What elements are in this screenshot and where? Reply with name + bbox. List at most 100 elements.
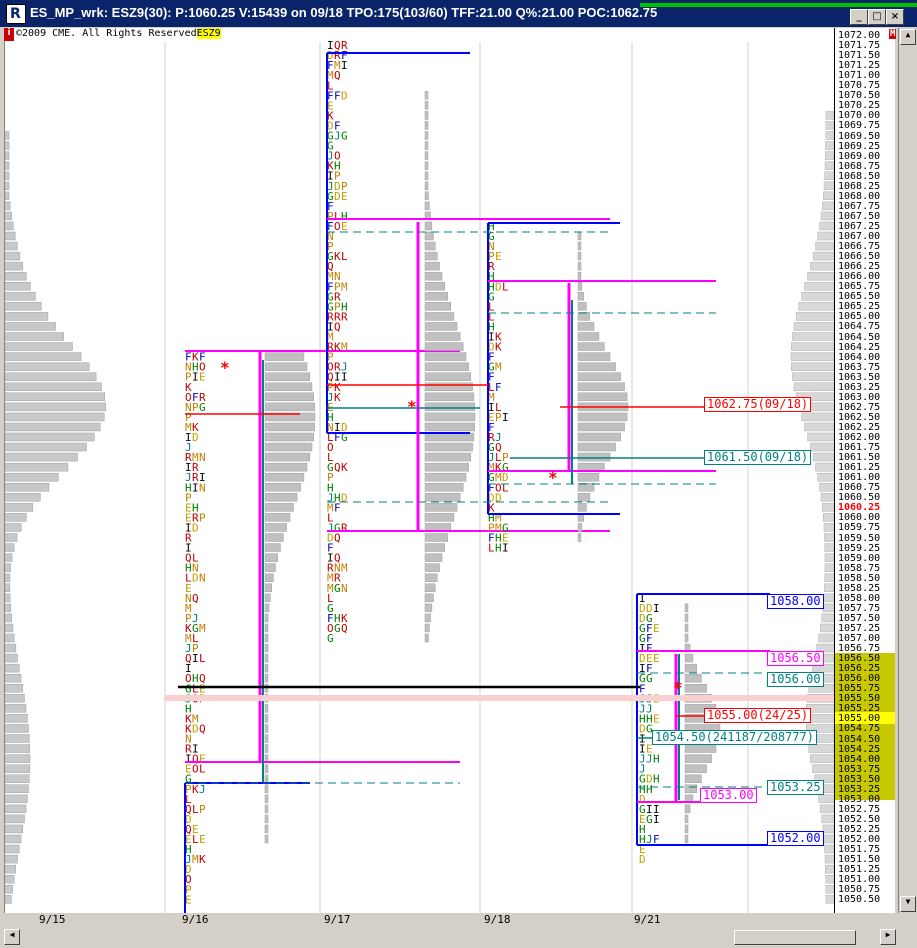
day-volume-bar (425, 413, 475, 421)
day-volume-bar (425, 322, 457, 330)
day-volume-bar (265, 564, 275, 572)
day-volume-bar (265, 423, 315, 431)
volume-profile-bar (826, 142, 834, 150)
tpo-letter: D (646, 602, 653, 615)
scroll-left-icon[interactable]: ◀ (4, 929, 20, 945)
day-volume-bar (578, 383, 625, 391)
tpo-letter: M (192, 451, 199, 464)
day-volume-bar (685, 604, 688, 612)
scroll-right-icon[interactable]: ▶ (880, 929, 896, 945)
volume-profile-bar (5, 282, 30, 290)
day-volume-bar (265, 453, 310, 461)
price-scale[interactable]: 1072.00 1071.75 1071.50 1071.25 1071.00 1070.… (834, 28, 895, 913)
volume-profile-bar (5, 865, 16, 873)
tpo-letter: I (646, 803, 653, 816)
day-volume-bar (425, 292, 448, 300)
day-volume-bar (265, 574, 273, 582)
tpo-letter: G (502, 521, 509, 534)
day-volume-bar (265, 383, 312, 391)
volume-profile-bar (820, 483, 834, 491)
tpo-letter: Q (192, 592, 199, 605)
tpo-letter: K (334, 250, 341, 263)
horizontal-scrollbar[interactable]: ◀ ▶ (4, 928, 898, 945)
day-volume-bar (425, 232, 433, 240)
m-badge[interactable]: M (889, 29, 896, 39)
day-volume-bar (685, 664, 697, 672)
volume-profile-bar (5, 443, 86, 451)
volume-profile-bar (825, 544, 834, 552)
volume-profile-bar (813, 453, 834, 461)
volume-profile-bar (5, 815, 24, 823)
level-label-poc: 1062.75(09/18) (704, 397, 811, 412)
tpo-letter: L (192, 552, 199, 565)
day-volume-bar (265, 493, 297, 501)
day-volume-bar (265, 805, 268, 813)
tpo-letter: E (653, 622, 660, 635)
tpo-letter: K (341, 612, 348, 625)
volume-profile-bar (799, 302, 834, 310)
tpo-letter: F (185, 351, 192, 364)
tpo-letter: I (653, 602, 660, 615)
volume-profile-bar (810, 755, 834, 763)
info-badge[interactable]: i (4, 28, 14, 41)
volume-profile-bar (819, 634, 834, 642)
day-volume-bar (425, 91, 428, 99)
volume-profile-bar (818, 473, 834, 481)
scroll-thumb[interactable] (734, 930, 856, 945)
volume-profile-bar (5, 322, 56, 330)
volume-profile-bar (5, 222, 13, 230)
day-volume-bar (425, 584, 435, 592)
volume-profile-bar (5, 142, 9, 150)
volume-profile-bar (794, 322, 834, 330)
volume-profile-bar (808, 272, 834, 280)
day-volume-bar (265, 403, 315, 411)
day-volume-bar (685, 785, 697, 793)
volume-profile-bar (820, 624, 834, 632)
volume-profile-bar (5, 202, 10, 210)
volume-profile-bar (5, 343, 72, 351)
volume-profile-bar (792, 373, 834, 381)
tpo-letter: E (199, 753, 206, 766)
day-volume-bar (425, 614, 431, 622)
vertical-scrollbar[interactable]: ▲ ▼ (898, 28, 916, 913)
volume-profile-bar (5, 312, 48, 320)
scroll-up-icon[interactable]: ▲ (900, 29, 916, 45)
day-volume-bar (265, 554, 278, 562)
tpo-letter: L (334, 210, 341, 223)
volume-profile-bar (5, 393, 105, 401)
day-volume-bar (265, 604, 269, 612)
day-volume-bar (425, 403, 475, 411)
volume-profile-bar (5, 574, 10, 582)
volume-profile-bar (5, 554, 12, 562)
day-volume-bar (578, 272, 581, 280)
volume-profile-bar (826, 111, 834, 119)
tpo-letter: M (199, 622, 206, 635)
day-volume-bar (265, 775, 268, 783)
day-volume-bar (425, 353, 466, 361)
volume-profile-bar (5, 885, 13, 893)
day-volume-bar (265, 765, 268, 773)
day-volume-bar (578, 534, 581, 542)
tpo-letter: G (341, 130, 348, 143)
volume-profile-bar (5, 845, 19, 853)
volume-profile-bar (826, 875, 834, 883)
day-volume-bar (425, 503, 457, 511)
day-volume-bar (265, 815, 268, 823)
volume-profile-bar (5, 835, 21, 843)
day-volume-bar (578, 443, 616, 451)
volume-profile-bar (5, 674, 21, 682)
day-volume-bar (578, 523, 582, 531)
day-volume-bar (685, 684, 707, 692)
volume-profile-bar (812, 765, 834, 773)
volume-profile-bar (5, 403, 106, 411)
day-volume-bar (265, 433, 314, 441)
volume-profile-bar (825, 162, 834, 170)
volume-profile-bar (809, 745, 834, 753)
volume-profile-bar (824, 594, 834, 602)
day-volume-bar (425, 513, 454, 521)
level-label-high: 1058.00 (767, 594, 824, 609)
day-volume-bar (578, 252, 581, 260)
day-volume-bar (425, 333, 460, 341)
scroll-down-icon[interactable]: ▼ (900, 896, 916, 912)
volume-profile-bar (802, 292, 834, 300)
